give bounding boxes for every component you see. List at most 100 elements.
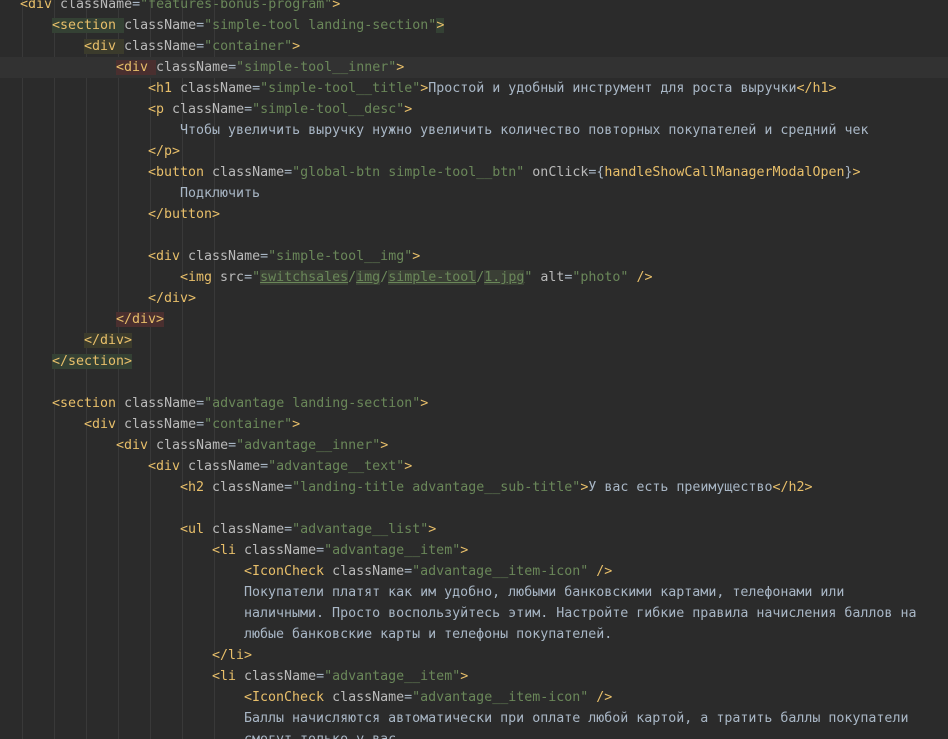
- token-str: "advantage__item": [324, 669, 461, 684]
- code-line[interactable]: </button>: [0, 204, 948, 225]
- code-line[interactable]: смогут только у вас.: [0, 729, 948, 739]
- token-txt: =: [196, 39, 205, 54]
- code-line[interactable]: Подключить: [0, 183, 948, 204]
- token-str: "simple-tool__img": [268, 249, 413, 264]
- token-txt: =: [244, 102, 253, 117]
- token-str: "global-btn simple-tool__btn": [292, 165, 525, 180]
- code-line[interactable]: <button className="global-btn simple-too…: [0, 162, 948, 183]
- code-line-text: Покупатели платят как им удобно, любыми …: [244, 582, 844, 603]
- code-line[interactable]: <img src="switchsales/img/simple-tool/1.…: [0, 267, 948, 288]
- code-line[interactable]: <p className="simple-tool__desc">: [0, 99, 948, 120]
- code-line[interactable]: <div className="features-bonus-program">: [0, 0, 948, 15]
- token-tag: >: [396, 60, 405, 75]
- code-line[interactable]: <section className="simple-tool landing-…: [0, 15, 948, 36]
- token-tag: >: [292, 417, 301, 432]
- code-line[interactable]: <div className="simple-tool__img">: [0, 246, 948, 267]
- token-tag: >: [332, 0, 341, 12]
- code-line-text: <p className="simple-tool__desc">: [148, 99, 412, 120]
- code-line[interactable]: </section>: [0, 351, 948, 372]
- token-tag: >: [380, 438, 389, 453]
- code-line[interactable]: наличными. Просто воспользуйтесь этим. Н…: [0, 603, 948, 624]
- code-line[interactable]: <li className="advantage__item">: [0, 540, 948, 561]
- token-str: "photo": [572, 270, 629, 285]
- code-line-text: <button className="global-btn simple-too…: [148, 162, 861, 183]
- code-line-text: <section className="simple-tool landing-…: [52, 15, 445, 36]
- code-line-text: <div className="container">: [84, 414, 300, 435]
- token-attr: className: [244, 543, 317, 558]
- token-tag: <div: [116, 60, 157, 75]
- code-line[interactable]: <li className="advantage__item">: [0, 666, 948, 687]
- code-line[interactable]: <div className="simple-tool__inner">: [0, 57, 948, 78]
- code-line[interactable]: <ul className="advantage__list">: [0, 519, 948, 540]
- token-str: "landing-title advantage__sub-title": [292, 480, 581, 495]
- token-txt: =: [228, 60, 237, 75]
- code-line[interactable]: Покупатели платят как им удобно, любыми …: [0, 582, 948, 603]
- token-tag: </div>: [116, 312, 165, 327]
- token-tag: >: [404, 102, 413, 117]
- token-tag: <div: [84, 417, 125, 432]
- token-attr: className: [124, 39, 197, 54]
- code-line-text: смогут только у вас.: [244, 729, 404, 739]
- token-str: "simple-tool__title": [260, 81, 421, 96]
- code-line[interactable]: Чтобы увеличить выручку нужно увеличить …: [0, 120, 948, 141]
- code-line-text: </button>: [148, 204, 220, 225]
- token-attr: alt: [532, 270, 565, 285]
- code-line[interactable]: <div className="advantage__inner">: [0, 435, 948, 456]
- token-tag: <ul: [180, 522, 213, 537]
- code-line[interactable]: </div>: [0, 330, 948, 351]
- code-line[interactable]: <IconCheck className="advantage__item-ic…: [0, 687, 948, 708]
- code-line[interactable]: [0, 225, 948, 246]
- token-txt: =: [196, 417, 205, 432]
- token-tag: </li>: [212, 648, 253, 663]
- token-txt: =: [316, 669, 325, 684]
- code-line-text: </li>: [212, 645, 252, 666]
- token-txt: =: [260, 249, 269, 264]
- token-attr: className: [212, 522, 285, 537]
- code-line[interactable]: [0, 498, 948, 519]
- token-tag: />: [588, 690, 613, 705]
- code-line[interactable]: <div className="advantage__text">: [0, 456, 948, 477]
- code-line[interactable]: </li>: [0, 645, 948, 666]
- token-tag: <div: [20, 0, 61, 12]
- token-tag: <p: [148, 102, 173, 117]
- token-attr: className: [60, 0, 133, 12]
- code-line-text: Баллы начисляются автоматически при опла…: [244, 708, 908, 729]
- token-tag: <h1: [148, 81, 181, 96]
- token-tag: >: [436, 18, 445, 33]
- code-line[interactable]: <h1 className="simple-tool__title">Прост…: [0, 78, 948, 99]
- code-line[interactable]: </div>: [0, 309, 948, 330]
- code-line-text: <section className="advantage landing-se…: [52, 393, 428, 414]
- code-line[interactable]: Баллы начисляются автоматически при опла…: [0, 708, 948, 729]
- token-tag: <div: [148, 249, 189, 264]
- code-line[interactable]: <IconCheck className="advantage__item-ic…: [0, 561, 948, 582]
- code-line[interactable]: любые банковские карты и телефоны покупа…: [0, 624, 948, 645]
- token-str: "advantage__text": [268, 459, 405, 474]
- token-tag: </section>: [52, 354, 133, 369]
- token-attr: className: [212, 480, 285, 495]
- token-attr: onClick: [524, 165, 589, 180]
- token-tag: >: [428, 522, 437, 537]
- token-attr: className: [332, 690, 405, 705]
- token-tag: />: [628, 270, 653, 285]
- token-str: "advantage__list": [292, 522, 429, 537]
- code-editor[interactable]: <div className="features-bonus-program">…: [0, 0, 948, 739]
- token-txt: любые банковские карты и телефоны покупа…: [244, 627, 613, 642]
- code-line[interactable]: </div>: [0, 288, 948, 309]
- token-txt: Покупатели платят как им удобно, любыми …: [244, 585, 845, 600]
- code-line[interactable]: <h2 className="landing-title advantage__…: [0, 477, 948, 498]
- code-line-text: <li className="advantage__item">: [212, 666, 468, 687]
- token-str: "advantage__item-icon": [412, 564, 589, 579]
- code-line[interactable]: [0, 372, 948, 393]
- token-tag: <li: [212, 543, 245, 558]
- code-line[interactable]: </p>: [0, 141, 948, 162]
- token-txt: =: [228, 438, 237, 453]
- token-txt: наличными. Просто воспользуйтесь этим. Н…: [244, 606, 917, 621]
- code-line-text: </div>: [116, 309, 165, 330]
- code-line[interactable]: <div className="container">: [0, 414, 948, 435]
- code-line-text: <ul className="advantage__list">: [180, 519, 436, 540]
- token-path: 1.jpg: [484, 270, 525, 285]
- token-tag: <div: [148, 459, 189, 474]
- code-line[interactable]: <section className="advantage landing-se…: [0, 393, 948, 414]
- token-tag: <button: [148, 165, 213, 180]
- code-line[interactable]: <div className="container">: [0, 36, 948, 57]
